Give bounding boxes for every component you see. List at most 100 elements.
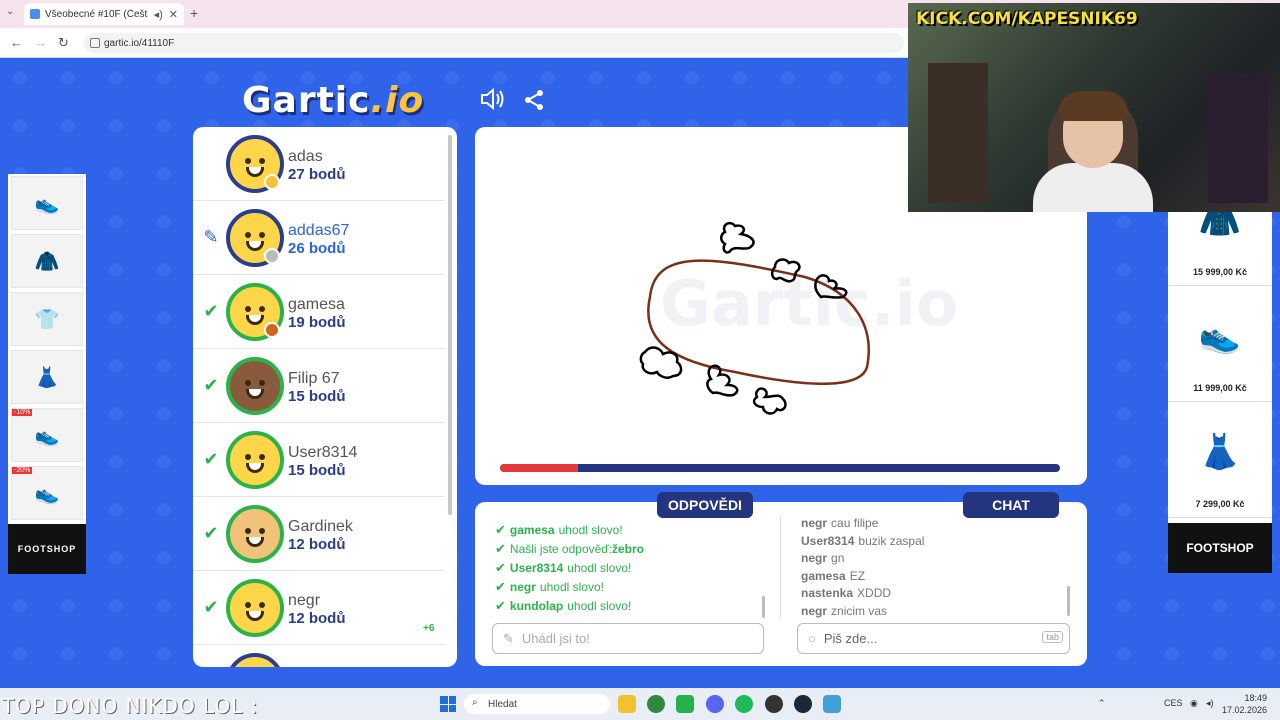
- player-name: Filip 67: [288, 370, 340, 387]
- tray-expand-icon[interactable]: ⌃: [1098, 698, 1106, 709]
- chat-message: negr gn: [801, 551, 1061, 569]
- browser-tab[interactable]: Všeobecné #10F (Čeština) ◂) ✕: [24, 3, 184, 25]
- player-row[interactable]: ✔ negr 12 bodů +6: [193, 571, 445, 645]
- tab-mute-icon[interactable]: ◂): [154, 8, 163, 21]
- share-icon[interactable]: [522, 88, 546, 118]
- spotify-icon[interactable]: [735, 695, 753, 713]
- player-row[interactable]: adas 27 bodů: [193, 127, 445, 201]
- player-status-badge: [264, 174, 280, 190]
- reload-icon[interactable]: ↻: [58, 35, 69, 51]
- answer-line: ✔ gamesa uhodl slovo!: [495, 520, 765, 539]
- guessed-check-icon: ✔: [203, 523, 219, 543]
- clock-time: 18:49: [1244, 693, 1268, 703]
- avatar-eye: [245, 158, 251, 164]
- chat-author: nastenka: [801, 586, 854, 600]
- steam-icon[interactable]: [794, 695, 812, 713]
- ad-product[interactable]: 👗 7 299,00 Kč: [1168, 402, 1272, 518]
- avatar-mouth: [246, 463, 264, 473]
- player-name: adas: [288, 148, 323, 165]
- network-icon[interactable]: ◉: [1190, 698, 1198, 709]
- player-row[interactable]: ✎ addas67 26 bodů: [193, 201, 445, 275]
- players-panel: adas 27 bodů ✎ addas67 26 bodů ✔ gamesa 19 bodů…: [193, 127, 457, 667]
- ad-jacket-image[interactable]: 🧥: [11, 234, 83, 288]
- player-row[interactable]: ✔ Filip 67 15 bodů: [193, 349, 445, 423]
- ad-shoe-image[interactable]: 👟 -10%: [11, 408, 83, 462]
- panel-divider: [780, 515, 781, 620]
- app-icon[interactable]: [823, 695, 841, 713]
- chat-bubble-icon: ○: [808, 631, 816, 646]
- tab-key-hint: tab: [1042, 631, 1063, 643]
- answer-author: kundolap: [509, 598, 564, 613]
- pencil-icon: ✎: [503, 630, 514, 646]
- avatar-eye: [259, 528, 265, 534]
- player-status-badge: [264, 322, 280, 338]
- player-row[interactable]: ✔ User8314 15 bodů: [193, 423, 445, 497]
- player-row[interactable]: ✔ Gardinek 12 bodů: [193, 497, 445, 571]
- windows-start-icon[interactable]: [440, 696, 456, 712]
- drawn-blob: [720, 221, 755, 254]
- answer-line: ✔ User8314 uhodl slovo!: [495, 558, 765, 577]
- answer-text: uhodl slovo!: [567, 560, 632, 575]
- left-ad-banner[interactable]: 👟 🧥 👕 👗 👟 -10% 👟 -20% FOOTSHOP: [8, 174, 86, 574]
- obs-icon[interactable]: [765, 695, 783, 713]
- answers-scrollbar[interactable]: [762, 596, 765, 618]
- player-row[interactable]: ✔ gamesa 19 bodů: [193, 275, 445, 349]
- right-ad-banner[interactable]: 🧥 15 999,00 Kč 👟 11 999,00 Kč 👗 7 299,00 Kč…: [1168, 201, 1272, 573]
- tab-list-icon[interactable]: ⌄: [6, 6, 14, 17]
- avatar-mouth: [246, 241, 264, 251]
- player-row-partial[interactable]: [193, 645, 445, 667]
- guessed-check-icon: ✔: [203, 597, 219, 617]
- url-field[interactable]: gartic.io/41110F: [84, 33, 904, 53]
- check-icon: ✔: [495, 597, 506, 613]
- players-scrollbar[interactable]: [448, 135, 452, 515]
- taskbar-clock[interactable]: 18:49 17.02.2026: [1222, 692, 1267, 716]
- ad-product[interactable]: 👟 11 999,00 Kč: [1168, 286, 1272, 402]
- avatar-eye: [259, 602, 265, 608]
- footshop-logo[interactable]: FOOTSHOP: [1168, 523, 1272, 573]
- language-indicator[interactable]: CES: [1164, 698, 1183, 708]
- sale-tag: -20%: [12, 467, 33, 474]
- taskbar-search[interactable]: ⌕ Hledat: [464, 694, 610, 714]
- player-score: 15 bodů: [288, 388, 346, 405]
- avatar-eye: [259, 158, 265, 164]
- chat-placeholder: Piš zde...: [823, 631, 878, 646]
- volume-icon[interactable]: ◂): [1206, 698, 1214, 709]
- answer-author: User8314: [509, 560, 564, 575]
- ad-sneaker-image[interactable]: 👟: [11, 176, 83, 230]
- ad-sweater-image[interactable]: 👕: [11, 292, 83, 346]
- sound-icon[interactable]: [480, 87, 506, 116]
- avatar-mouth: [246, 315, 264, 325]
- back-icon[interactable]: ←: [10, 35, 23, 50]
- chat-text: EZ: [849, 568, 866, 583]
- discord-icon[interactable]: [706, 695, 724, 713]
- guessed-check-icon: ✔: [203, 301, 219, 321]
- chat-message: User8314 buzik zaspal: [801, 534, 1061, 552]
- avatar-eye: [245, 454, 251, 460]
- avatar-eye: [259, 454, 265, 460]
- guessed-check-icon: ✔: [203, 449, 219, 469]
- site-info-icon[interactable]: [90, 38, 100, 48]
- chat-input[interactable]: ○ Piš zde... tab: [797, 623, 1070, 654]
- tab-close-icon[interactable]: ✕: [169, 8, 178, 21]
- file-explorer-icon[interactable]: [618, 695, 636, 713]
- answer-text: uhodl slovo!: [567, 598, 632, 613]
- forward-icon[interactable]: →: [34, 35, 47, 50]
- url-text: gartic.io/41110F: [104, 37, 175, 49]
- answer-word: žebro: [612, 541, 645, 556]
- app-icon[interactable]: [676, 695, 694, 713]
- avatar-eye: [259, 306, 265, 312]
- footshop-logo[interactable]: FOOTSHOP: [8, 524, 86, 574]
- avatar-mouth: [246, 167, 264, 177]
- player-name: User8314: [288, 444, 358, 461]
- ad-shoe-image[interactable]: 👟 -20%: [11, 466, 83, 520]
- player-name: negr: [288, 592, 321, 609]
- chat-scrollbar[interactable]: [1067, 586, 1070, 616]
- answer-text: Našli jste odpověď:: [509, 541, 612, 556]
- streamer-shirt: [1033, 163, 1153, 212]
- new-tab-icon[interactable]: +: [190, 5, 198, 21]
- chrome-icon[interactable]: [647, 695, 665, 713]
- gartic-logo[interactable]: Gartic.io: [242, 80, 424, 121]
- answer-input[interactable]: ✎ Uhádl jsi to!: [492, 623, 764, 654]
- ad-outfit-image[interactable]: 👗: [11, 350, 83, 404]
- chat-author: negr: [801, 603, 828, 618]
